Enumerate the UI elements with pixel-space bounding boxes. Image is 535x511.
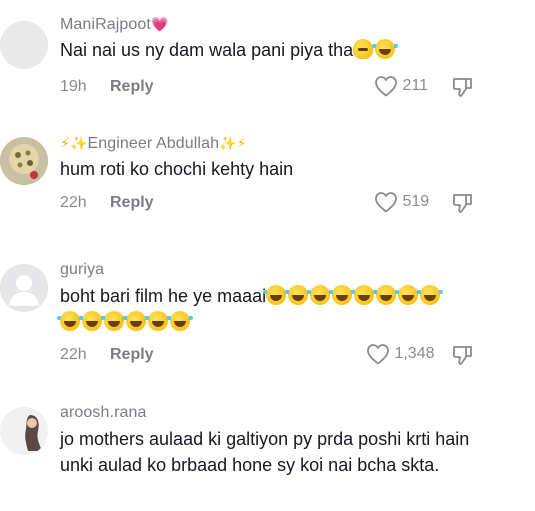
- user-photo-icon: [0, 407, 48, 455]
- like-button[interactable]: 211: [374, 75, 428, 97]
- rofl-emoji-icon: [79, 311, 105, 331]
- melting-face-emoji-icon: [353, 39, 374, 59]
- avatar[interactable]: [0, 21, 48, 69]
- comment-username[interactable]: aroosh.rana: [60, 403, 147, 423]
- rofl-emoji-icon: [101, 311, 127, 331]
- reply-button[interactable]: Reply: [110, 346, 154, 363]
- comment-text: Nai nai us ny dam wala pani piya tha: [60, 37, 490, 63]
- default-user-icon: [0, 264, 48, 312]
- comment-meta: 22h Reply: [60, 345, 154, 365]
- dislike-button[interactable]: [451, 75, 475, 104]
- like-count: 211: [402, 77, 428, 95]
- avatar[interactable]: [0, 264, 48, 312]
- comment-username[interactable]: guriya: [60, 260, 104, 280]
- sparkle-heart-icon: 💗: [150, 16, 169, 32]
- comment-username[interactable]: ⚡✨Engineer Abdullah✨⚡: [60, 133, 247, 154]
- food-photo-icon: [0, 137, 48, 185]
- like-button[interactable]: 1,348: [366, 343, 435, 365]
- comment-text: jo mothers aulaad ki galtiyon py prda po…: [60, 429, 470, 475]
- lightning-icon: ⚡: [236, 135, 247, 151]
- heart-outline-icon: [375, 76, 397, 97]
- dislike-button[interactable]: [451, 343, 475, 372]
- rofl-emoji-icon: [307, 285, 334, 305]
- comment-time: 22h: [60, 346, 87, 363]
- heart-outline-icon: [367, 344, 389, 365]
- rofl-emoji-icon: [373, 285, 400, 305]
- thumbs-down-outline-icon: [452, 346, 472, 365]
- sparkle-icon: ✨: [219, 135, 237, 151]
- comment-time: 19h: [60, 78, 87, 95]
- rofl-emoji-icon: [285, 285, 312, 305]
- sparkle-icon: ✨: [69, 135, 88, 151]
- lightning-icon: ⚡: [60, 135, 70, 151]
- like-count: 519: [402, 193, 430, 211]
- thumbs-down-outline-icon: [452, 194, 472, 213]
- rofl-emoji-icon: [395, 285, 422, 305]
- avatar[interactable]: [0, 137, 48, 185]
- rofl-emoji-icon: [263, 285, 290, 305]
- rofl-emoji-icon: [417, 285, 444, 305]
- reply-button[interactable]: Reply: [110, 194, 154, 211]
- comment-meta: 19h Reply: [60, 77, 154, 97]
- reply-button[interactable]: Reply: [110, 78, 154, 95]
- comment-meta: 22h Reply: [60, 193, 154, 213]
- like-count: 1,348: [394, 345, 435, 363]
- avatar[interactable]: [0, 407, 48, 455]
- rofl-emoji-icon: [167, 311, 193, 331]
- comment-text: boht bari film he ye maaai: [57, 283, 490, 335]
- rofl-emoji-icon: [145, 311, 171, 331]
- rofl-emoji-icon: [372, 39, 399, 59]
- like-button[interactable]: 519: [374, 191, 429, 213]
- comment-time: 22h: [60, 194, 87, 211]
- comment-text: hum roti ko chochi kehty hain: [60, 159, 294, 179]
- rofl-emoji-icon: [123, 311, 149, 331]
- heart-outline-icon: [375, 192, 397, 213]
- rofl-emoji-icon: [329, 285, 356, 305]
- comment-username[interactable]: ManiRajpoot💗: [60, 14, 168, 35]
- dislike-button[interactable]: [451, 191, 475, 220]
- thumbs-down-outline-icon: [452, 78, 472, 97]
- rofl-emoji-icon: [351, 285, 378, 305]
- rofl-emoji-icon: [57, 311, 83, 331]
